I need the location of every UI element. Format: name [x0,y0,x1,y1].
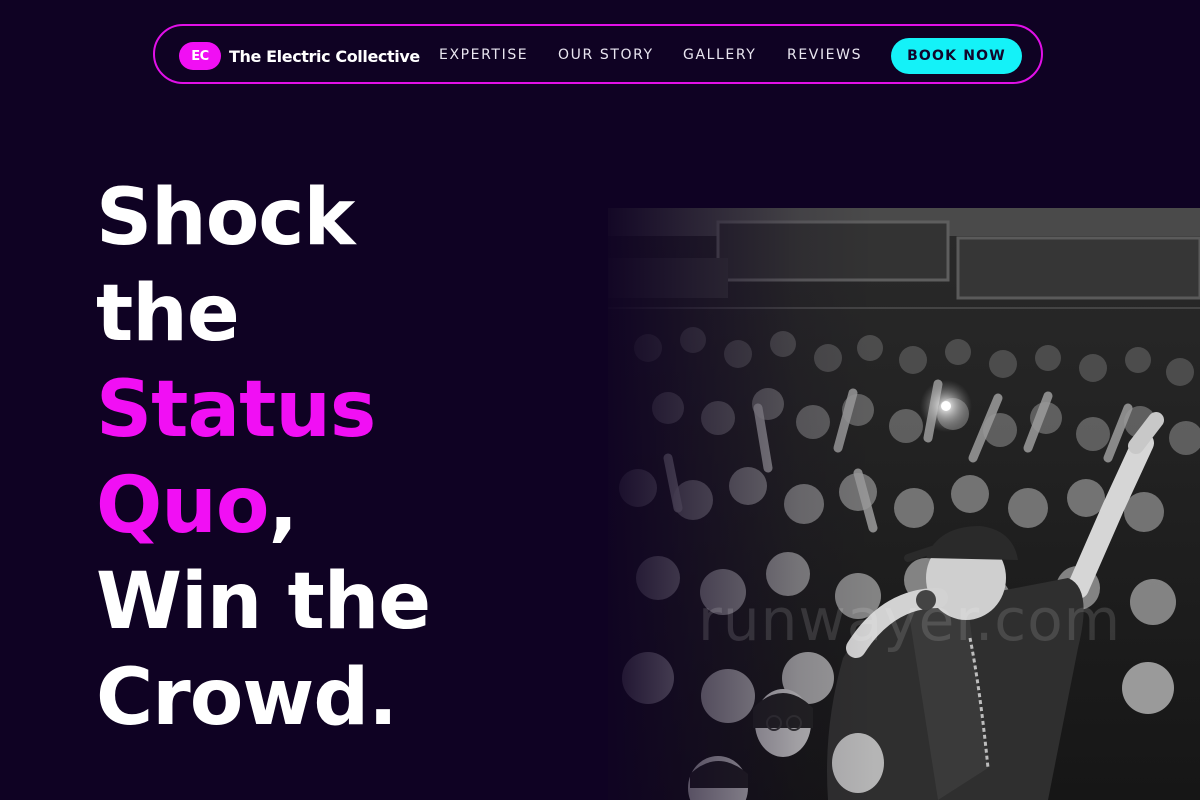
nav-link-reviews[interactable]: REVIEWS [787,46,862,64]
nav-link-our-story[interactable]: OUR STORY [558,46,654,64]
nav-link-expertise[interactable]: EXPERTISE [439,46,528,64]
book-now-button[interactable]: BOOK NOW [891,38,1022,74]
headline-quo-accent: Quo [96,461,269,551]
top-nav-bar: EC The Electric Collective EXPERTISE OUR… [153,24,1043,84]
hero-concert-photo: runwayer.com [608,208,1200,800]
nav-link-gallery[interactable]: GALLERY [683,46,756,64]
headline-line-3-accent: Status [96,365,376,455]
headline-line-4: Quo, [96,458,430,554]
concert-crowd-illustration [608,208,1200,800]
headline-line-1: Shock [96,173,355,263]
headline-comma: , [268,461,298,551]
headline-line-2: the [96,269,240,359]
brand-logo-link[interactable]: EC The Electric Collective [179,41,420,71]
headline-line-6: Crowd. [96,653,398,743]
brand-name: The Electric Collective [229,46,420,66]
hero-headline: Shock the Status Quo, Win the Crowd. [96,170,431,746]
brand-badge: EC [179,42,221,70]
headline-line-5: Win the [96,557,431,647]
